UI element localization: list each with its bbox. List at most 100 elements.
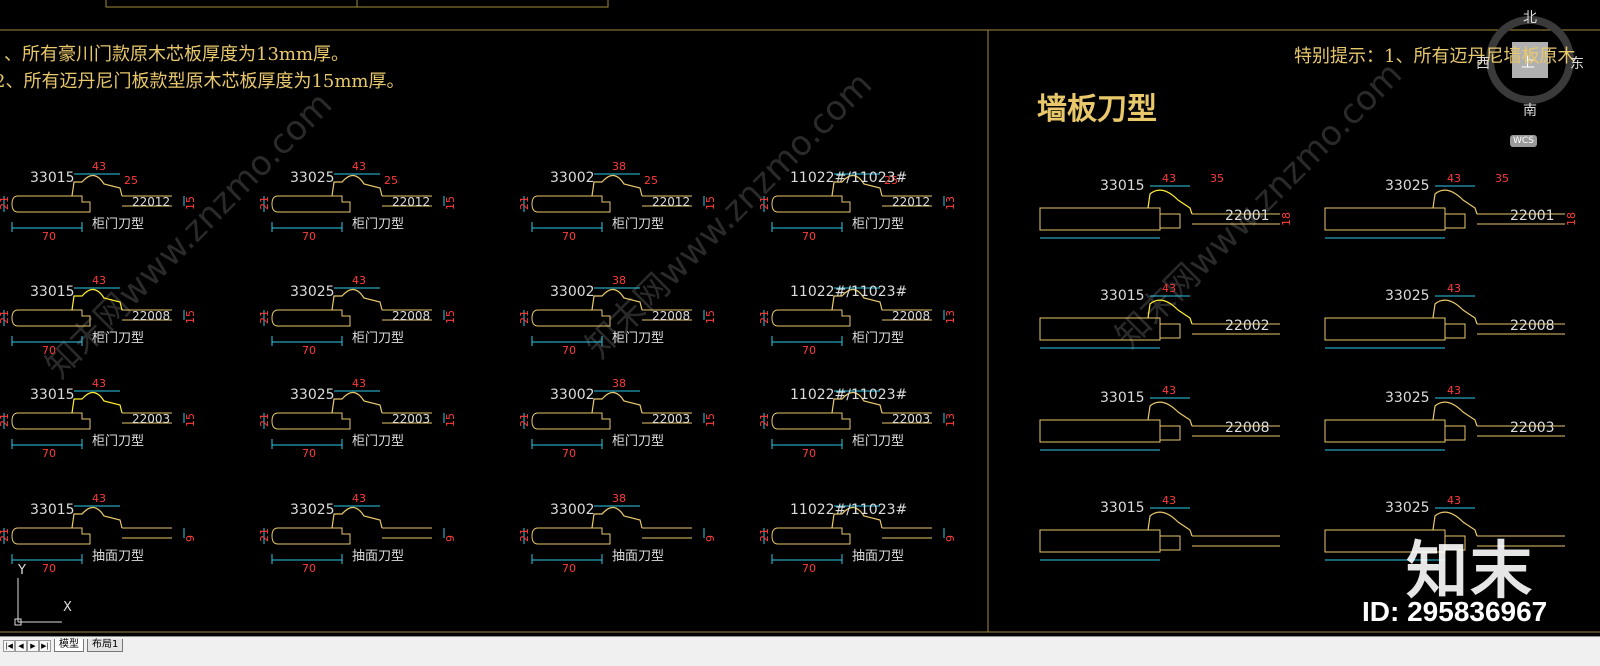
panel-code: 22003 [652, 412, 690, 426]
wall-dim-side-text: 35 [1495, 172, 1509, 185]
profile-code: 33025 [290, 170, 335, 186]
profile-label: 柜门刀型 [612, 331, 664, 346]
compass-north[interactable]: 北 [1523, 7, 1537, 27]
wall-panel-title: 墙板刀型 [1037, 92, 1157, 127]
dim-width-text: 70 [302, 230, 316, 243]
compass-south[interactable]: 南 [1523, 100, 1537, 120]
profile-code: 33015 [30, 170, 75, 186]
tab-layout1[interactable]: 布局1 [87, 639, 124, 652]
dim-height-text: 21 [0, 528, 11, 542]
dim-top-text: 38 [612, 492, 626, 505]
wall-dim-side-text: 35 [1210, 172, 1224, 185]
dim-height-text: 21 [0, 196, 11, 210]
wall-dim-thick-text: 18 [1280, 212, 1293, 226]
wall-panel-code: 22008 [1510, 318, 1555, 334]
panel-code: 22008 [892, 309, 930, 323]
dim-thick-text: 15 [444, 310, 457, 324]
dim-side-text: 25 [384, 174, 398, 187]
dim-top-text: 43 [352, 160, 366, 173]
dim-width-text: 70 [562, 230, 576, 243]
wall-dim-top-text: 43 [1447, 172, 1461, 185]
wall-panel-code: 22003 [1510, 420, 1555, 436]
first-tab-button[interactable]: |◀ [3, 640, 15, 652]
panel-code: 22008 [392, 309, 430, 323]
dim-height-text: 21 [0, 413, 11, 427]
tab-model[interactable]: 模型 [54, 639, 84, 652]
dim-thick-text: 9 [944, 535, 957, 542]
dim-height-text: 21 [518, 310, 531, 324]
profile-code: 33002 [550, 502, 595, 518]
panel-code: 22012 [652, 195, 690, 209]
profile-code: 33025 [290, 387, 335, 403]
dim-thick-text: 15 [704, 413, 717, 427]
profile-label: 柜门刀型 [852, 434, 904, 449]
dim-top-text: 38 [612, 160, 626, 173]
dim-top-text: 43 [92, 274, 106, 287]
dim-height-text: 21 [258, 310, 271, 324]
dim-width-text: 70 [562, 344, 576, 357]
wall-dim-top-text: 43 [1162, 384, 1176, 397]
dim-width-text: 70 [42, 562, 56, 575]
dim-width-text: 70 [302, 562, 316, 575]
profile-code: 33015 [30, 502, 75, 518]
wall-dim-thick-text: 18 [1565, 212, 1578, 226]
profile-code: 33025 [290, 502, 335, 518]
dim-width-text: 70 [562, 447, 576, 460]
wall-dim-top-text: 43 [1447, 384, 1461, 397]
ucs-x-axis-label: X [63, 600, 72, 615]
profile-code: 33015 [30, 387, 75, 403]
profile-code: 11022#/11023# [790, 170, 907, 186]
panel-code: 22003 [392, 412, 430, 426]
panel-code: 22012 [132, 195, 170, 209]
dim-width-text: 70 [802, 230, 816, 243]
profile-label: 柜门刀型 [92, 331, 144, 346]
dim-height-text: 21 [758, 196, 771, 210]
profile-label: 抽面刀型 [852, 549, 904, 564]
wall-panel-code: 22002 [1225, 318, 1270, 334]
compass-east[interactable]: 东 [1570, 53, 1584, 73]
dim-thick-text: 9 [444, 535, 457, 542]
profile-code: 11022#/11023# [790, 502, 907, 518]
cad-drawing-canvas[interactable]: 知末网www.znzmo.com 知末网www.znzmo.com 知末网www.z… [0, 0, 1600, 665]
panel-code: 22003 [892, 412, 930, 426]
profile-code: 33025 [290, 284, 335, 300]
dim-height-text: 21 [518, 528, 531, 542]
profile-label: 抽面刀型 [612, 549, 664, 564]
profile-label: 柜门刀型 [92, 217, 144, 232]
dim-width-text: 70 [802, 447, 816, 460]
profile-label: 抽面刀型 [92, 549, 144, 564]
wall-panel-code: 22001 [1225, 208, 1270, 224]
profile-label: 柜门刀型 [352, 434, 404, 449]
profile-code: 33015 [30, 284, 75, 300]
next-tab-button[interactable]: ▶ [27, 640, 39, 652]
dim-height-text: 21 [258, 528, 271, 542]
dim-thick-text: 13 [944, 310, 957, 324]
layout-tab-bar: |◀ ◀ ▶ ▶| 模型 布局1 [0, 636, 1600, 666]
wall-dim-top-text: 43 [1447, 282, 1461, 295]
dim-width-text: 70 [562, 562, 576, 575]
dim-thick-text: 13 [944, 413, 957, 427]
compass-west[interactable]: 西 [1476, 53, 1490, 73]
wall-panel-code: 22008 [1225, 420, 1270, 436]
dim-top-text: 43 [352, 274, 366, 287]
panel-code: 22008 [132, 309, 170, 323]
wall-dim-top-text: 43 [1162, 172, 1176, 185]
dim-thick-text: 15 [184, 196, 197, 210]
wall-dim-top-text: 43 [1162, 494, 1176, 507]
prev-tab-button[interactable]: ◀ [15, 640, 27, 652]
dim-height-text: 21 [758, 413, 771, 427]
wall-profile-code: 33015 [1100, 500, 1145, 516]
dim-thick-text: 15 [444, 196, 457, 210]
panel-code: 22012 [392, 195, 430, 209]
wall-profile-code: 33025 [1385, 390, 1430, 406]
dim-width-text: 70 [802, 344, 816, 357]
dim-width-text: 70 [802, 562, 816, 575]
last-tab-button[interactable]: ▶| [39, 640, 51, 652]
wcs-button[interactable]: WCS [1510, 135, 1537, 147]
profile-code: 33002 [550, 284, 595, 300]
dim-top-text: 43 [92, 377, 106, 390]
dim-thick-text: 9 [704, 535, 717, 542]
dim-top-text: 43 [352, 492, 366, 505]
dim-top-text: 38 [612, 377, 626, 390]
dim-height-text: 21 [758, 310, 771, 324]
